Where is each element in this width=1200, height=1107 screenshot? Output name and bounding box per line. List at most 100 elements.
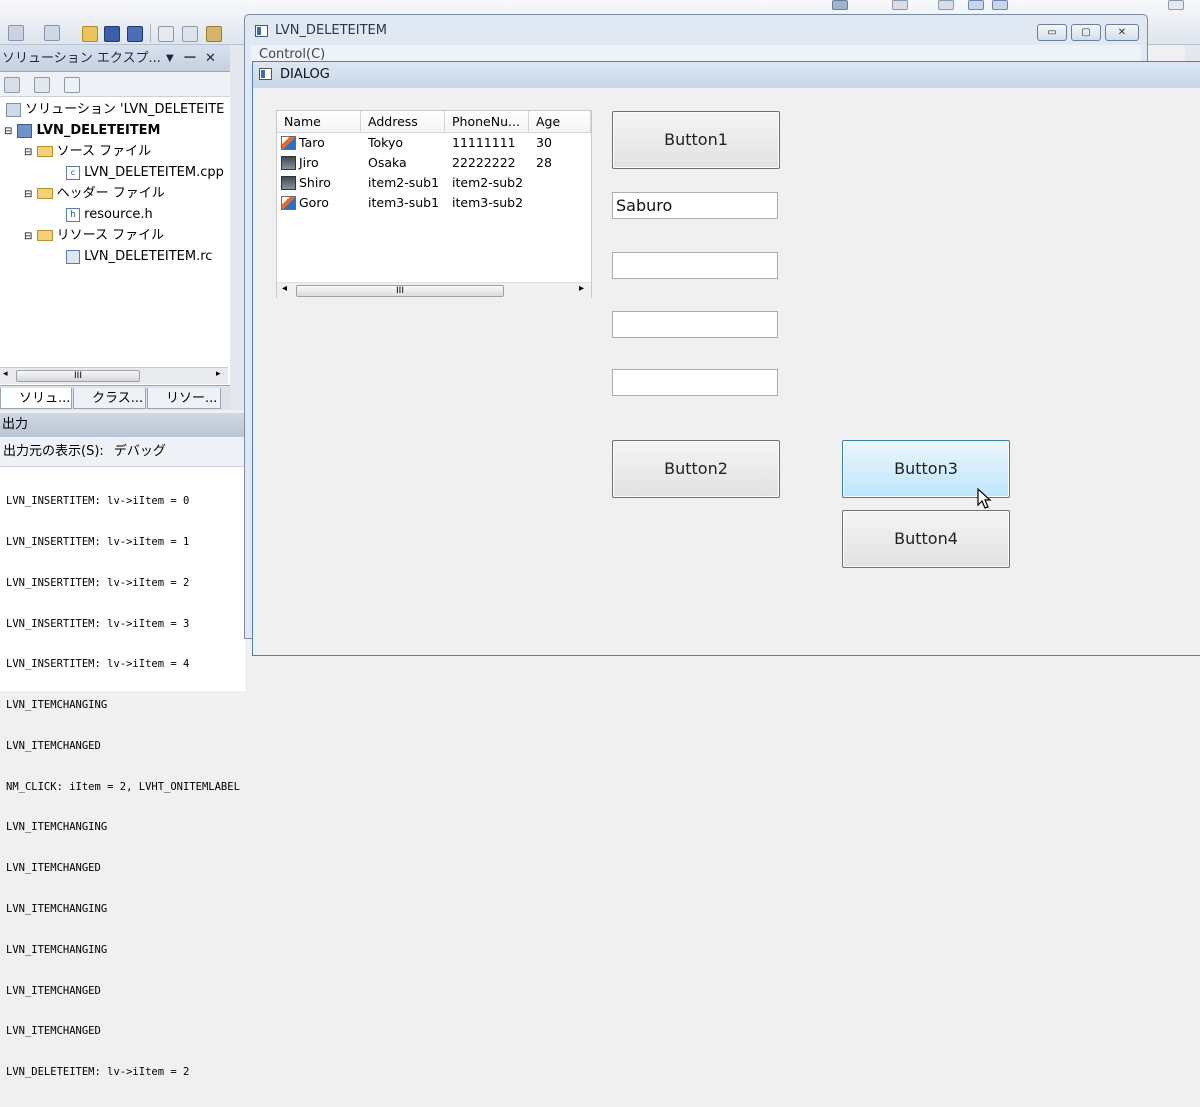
- collapse-icon[interactable]: ⊟: [4, 126, 12, 137]
- log-line: LVN_INSERTITEM: lv->iItem = 4: [6, 658, 190, 671]
- output-source-bar: 出力元の表示(S): デバッグ: [0, 437, 245, 467]
- new-project-icon[interactable]: [8, 25, 24, 41]
- output-title: 出力: [0, 413, 245, 437]
- edit-field-1[interactable]: Saburo: [612, 192, 778, 219]
- copy-icon[interactable]: [182, 26, 198, 42]
- cell-address: item3-sub1: [368, 195, 440, 210]
- scroll-left-icon[interactable]: ◂: [3, 369, 8, 379]
- list-row[interactable]: Shiro item2-sub1 item2-sub2: [277, 173, 591, 193]
- output-log: LVN_INSERTITEM: lv->iItem = 0 LVN_INSERT…: [6, 468, 245, 1107]
- solution-explorer-scrollbar[interactable]: ◂ III ▸: [0, 367, 228, 384]
- indent-icon[interactable]: [938, 0, 954, 10]
- log-line: LVN_ITEMCHANGING: [6, 943, 108, 956]
- close-icon[interactable]: ✕: [205, 45, 216, 72]
- comment-icon[interactable]: [968, 0, 984, 10]
- minimize-button[interactable]: ▭: [1037, 24, 1067, 41]
- pin-icon[interactable]: ᅳ: [184, 45, 196, 72]
- scroll-right-icon[interactable]: ▸: [216, 369, 221, 379]
- edit-field-3[interactable]: [612, 311, 778, 338]
- output-source-select[interactable]: デバッグ: [114, 444, 166, 459]
- monitor-icon: [281, 176, 296, 190]
- button4[interactable]: Button4: [842, 510, 1010, 568]
- paste-icon[interactable]: [206, 26, 222, 42]
- tree-item-folder-header[interactable]: ⊟ ヘッダー ファイル: [24, 184, 165, 204]
- tree-item-project[interactable]: ⊟ LVN_DELETEITEM: [4, 121, 161, 141]
- toolbar-separator: [150, 24, 151, 42]
- output-pane: 出力 出力元の表示(S): デバッグ LVN_INSERTITEM: lv->i…: [0, 413, 245, 1078]
- add-item-icon[interactable]: [44, 25, 60, 41]
- tab-class[interactable]: クラス...: [73, 388, 146, 409]
- log-line: LVN_INSERTITEM: lv->iItem = 2: [6, 576, 190, 589]
- maximize-button[interactable]: ▢: [1071, 24, 1101, 41]
- button1[interactable]: Button1: [612, 111, 780, 169]
- collapse-icon[interactable]: ⊟: [24, 147, 32, 158]
- header-file-icon: h: [66, 207, 80, 222]
- log-line: LVN_ITEMCHANGED: [6, 739, 101, 752]
- collapse-icon[interactable]: ⊟: [24, 189, 32, 200]
- list-row[interactable]: Goro item3-sub1 item3-sub2: [277, 193, 591, 213]
- log-line: LVN_ITEMCHANGING: [6, 821, 108, 834]
- cell-phone: 11111111: [452, 135, 516, 150]
- list-view[interactable]: Name Address PhoneNu... Age Taro Tokyo 1…: [276, 110, 592, 298]
- cell-name: Goro: [299, 195, 329, 210]
- show-all-files-icon[interactable]: [34, 77, 50, 93]
- save-all-icon[interactable]: [127, 26, 143, 42]
- navigate-icon[interactable]: [832, 0, 848, 10]
- scroll-thumb[interactable]: III: [296, 285, 504, 297]
- tree-item-file-rc[interactable]: LVN_DELETEITEM.rc: [66, 247, 212, 267]
- tree-item-folder-resource[interactable]: ⊟ リソース ファイル: [24, 226, 164, 246]
- ide-scroll-button[interactable]: [1185, 45, 1200, 61]
- tab-solution[interactable]: ソリュ...: [0, 388, 72, 409]
- list-view-scrollbar[interactable]: ◂ III ▸: [277, 282, 591, 298]
- scroll-left-icon[interactable]: ◂: [282, 283, 287, 294]
- close-button[interactable]: ✕: [1105, 24, 1139, 41]
- solution-tree: ソリューション 'LVN_DELETEITE ⊟ LVN_DELETEITEM …: [0, 97, 232, 367]
- main-window-title: LVN_DELETEITEM: [275, 23, 387, 38]
- cell-address: item2-sub1: [368, 175, 440, 190]
- toolbar-more-icon[interactable]: [1168, 0, 1184, 10]
- collapse-icon[interactable]: ⊟: [24, 231, 32, 242]
- pencil-icon: [281, 196, 296, 210]
- uncomment-icon[interactable]: [992, 0, 1008, 10]
- dropdown-icon[interactable]: ▼: [166, 45, 174, 72]
- tab-resource[interactable]: リソー...: [147, 388, 221, 409]
- save-icon[interactable]: [104, 26, 120, 42]
- column-header-name[interactable]: Name: [277, 111, 361, 133]
- mouse-cursor-icon: [977, 488, 992, 509]
- tree-item-label: LVN_DELETEITEM: [36, 123, 161, 138]
- tree-item-label: resource.h: [84, 207, 153, 222]
- scroll-thumb[interactable]: III: [16, 370, 140, 382]
- tree-item-label: LVN_DELETEITEM.rc: [84, 249, 213, 264]
- log-line: LVN_ITEMCHANGED: [6, 862, 101, 875]
- solution-explorer: ソリューション エクスプ... ▼ ᅳ ✕ ソリューション 'LVN_DELET…: [0, 45, 232, 410]
- tree-item-solution[interactable]: ソリューション 'LVN_DELETEITE: [6, 100, 224, 120]
- list-row[interactable]: Taro Tokyo 11111111 30: [277, 133, 591, 153]
- folder-icon: [36, 188, 53, 199]
- format-icon[interactable]: [892, 0, 908, 10]
- tree-item-folder-source[interactable]: ⊟ ソース ファイル: [24, 142, 151, 162]
- tree-item-file-cpp[interactable]: c LVN_DELETEITEM.cpp: [66, 163, 224, 183]
- cell-age: 28: [536, 155, 552, 170]
- cell-name: Shiro: [299, 175, 331, 190]
- refresh-icon[interactable]: [64, 77, 80, 93]
- log-line: LVN_INSERTITEM: lv->iItem = 1: [6, 535, 190, 548]
- properties-icon[interactable]: [4, 77, 20, 93]
- scroll-right-icon[interactable]: ▸: [579, 283, 584, 294]
- editor-area-edge: [230, 45, 245, 410]
- cut-icon[interactable]: [158, 26, 174, 42]
- column-header-age[interactable]: Age: [529, 111, 591, 133]
- open-folder-icon[interactable]: [82, 26, 98, 42]
- column-header-address[interactable]: Address: [361, 111, 445, 133]
- list-row[interactable]: Jiro Osaka 22222222 28: [277, 153, 591, 173]
- edit-field-2[interactable]: [612, 252, 778, 279]
- folder-icon: [36, 230, 53, 241]
- solution-explorer-title: ソリューション エクスプ...: [2, 51, 161, 66]
- button2[interactable]: Button2: [612, 440, 780, 498]
- cell-phone: 22222222: [452, 155, 516, 170]
- tree-item-file-header[interactable]: h resource.h: [66, 205, 153, 225]
- explorer-tabs: ソリュ... クラス... リソー...: [0, 385, 245, 410]
- edit-field-4[interactable]: [612, 369, 778, 396]
- tree-item-label: ソース ファイル: [56, 144, 152, 159]
- log-line: LVN_ITEMCHANGED: [6, 1025, 101, 1038]
- column-header-phone[interactable]: PhoneNu...: [445, 111, 529, 133]
